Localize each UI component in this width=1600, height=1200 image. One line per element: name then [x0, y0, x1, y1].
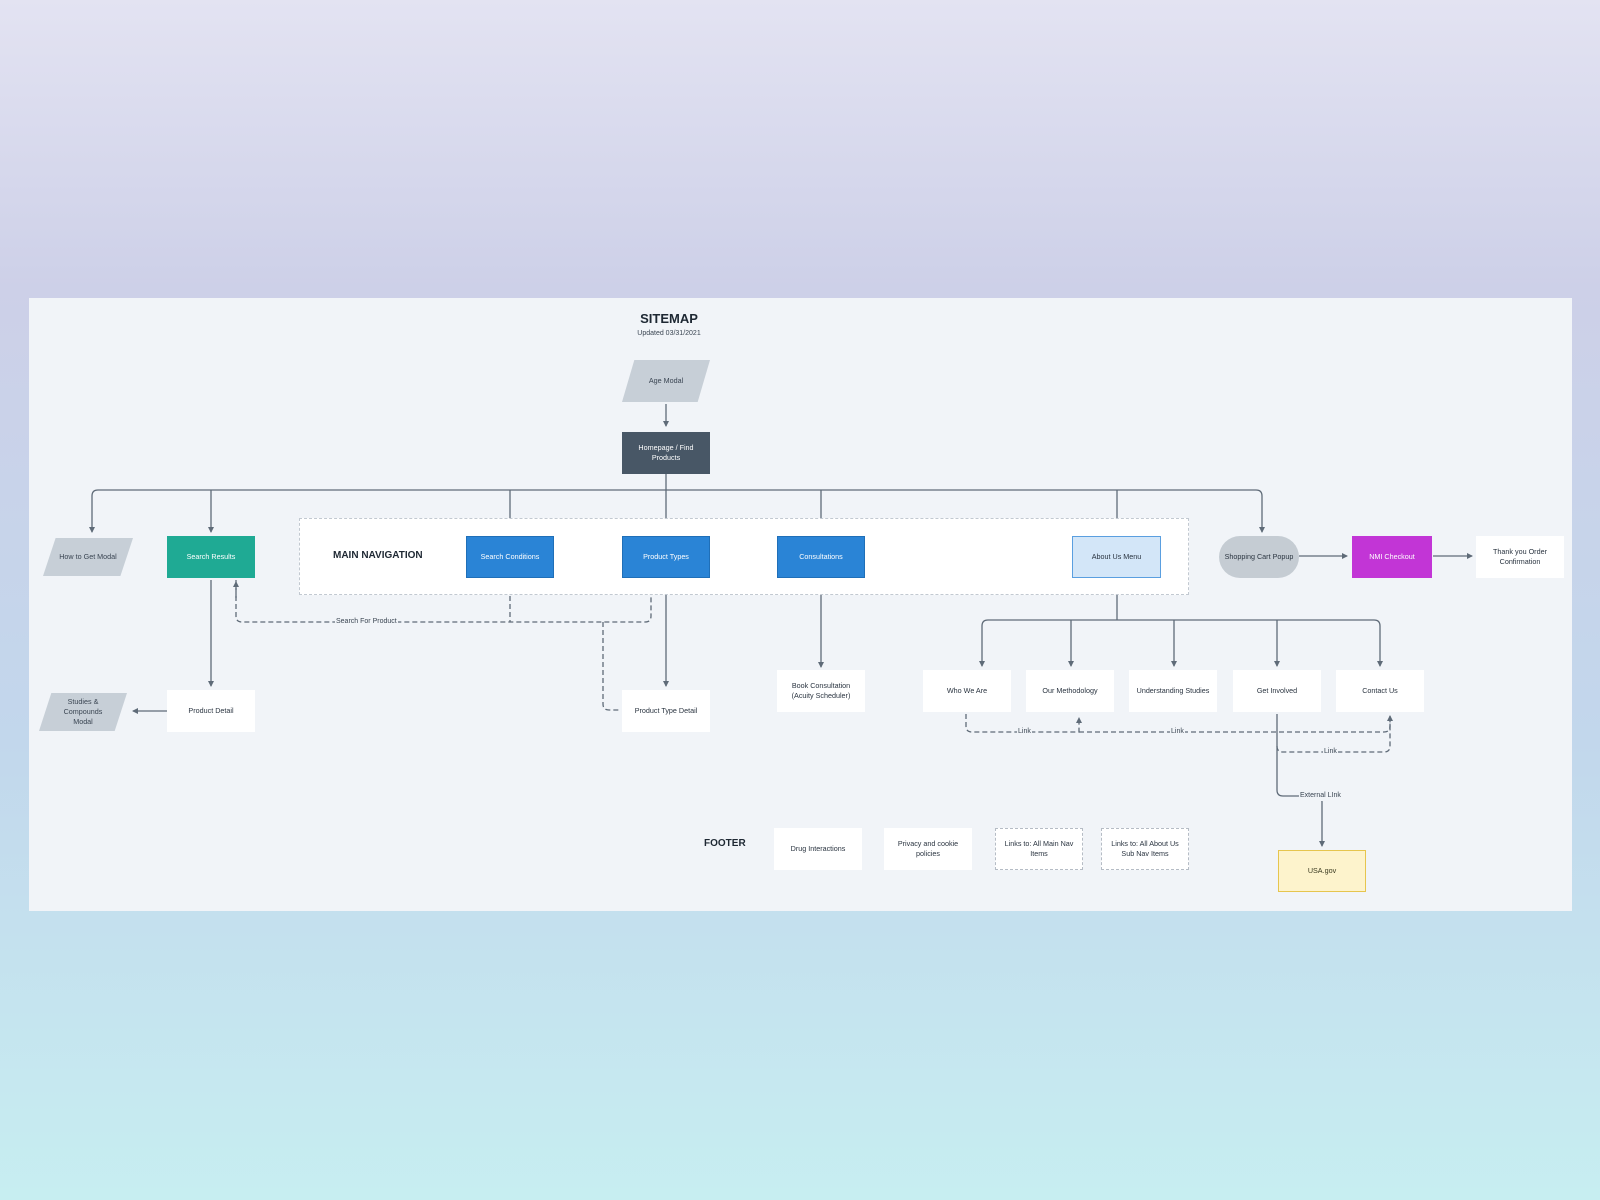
edge-who-to-contact-link	[1079, 715, 1393, 733]
edge-involved-to-usa	[1276, 714, 1325, 847]
node-search-conditions[interactable]: Search Conditions	[466, 536, 554, 578]
footer-links-about-us[interactable]: Links to: All About Us Sub Nav Items	[1101, 828, 1189, 870]
node-contact-us[interactable]: Contact Us	[1336, 670, 1424, 712]
edge-label-external-link: External LInk	[1299, 791, 1342, 801]
node-nmi-checkout[interactable]: NMI Checkout	[1352, 536, 1432, 578]
node-understanding-studies[interactable]: Understanding Studies	[1129, 670, 1217, 712]
node-shopping-cart-popup[interactable]: Shopping Cart Popup	[1219, 536, 1299, 578]
page-title: SITEMAP	[640, 311, 698, 326]
node-our-methodology[interactable]: Our Methodology	[1026, 670, 1114, 712]
edge-label-link-1: Link	[1017, 727, 1032, 737]
node-thank-you[interactable]: Thank you Order Confirmation	[1476, 536, 1564, 578]
node-product-detail[interactable]: Product Detail	[167, 690, 255, 732]
footer-drug-interactions[interactable]: Drug Interactions	[774, 828, 862, 870]
main-navigation-region	[299, 518, 1189, 595]
edge-label-link-2: Link	[1170, 727, 1185, 737]
footer-privacy[interactable]: Privacy and cookie policies	[884, 828, 972, 870]
footer-label: FOOTER	[704, 838, 746, 849]
node-how-to-get-modal[interactable]: How to Get Modal	[43, 538, 133, 576]
footer-links-main-nav[interactable]: Links to: All Main Nav Items	[995, 828, 1083, 870]
edge-label-link-3: Link	[1323, 747, 1338, 757]
node-search-results[interactable]: Search Results	[167, 536, 255, 578]
main-navigation-label: MAIN NAVIGATION	[333, 550, 423, 561]
edge-about-bus	[981, 619, 1381, 627]
sitemap-board: SITEMAP Updated 03/31/2021 MAIN NAVIGATI…	[29, 298, 1572, 911]
node-consultations[interactable]: Consultations	[777, 536, 865, 578]
node-age-modal[interactable]: Age Modal	[622, 360, 710, 402]
edge-home-bus	[91, 489, 1263, 497]
edge-label-search-for-product: Search For Product	[335, 617, 398, 627]
node-product-types[interactable]: Product Types	[622, 536, 710, 578]
connector-layer	[89, 404, 1473, 847]
node-who-we-are[interactable]: Who We Are	[923, 670, 1011, 712]
edge-to-type-detail-dashed	[602, 622, 621, 711]
page-subtitle: Updated 03/31/2021	[637, 330, 701, 337]
node-about-us-menu[interactable]: About Us Menu	[1072, 536, 1161, 578]
node-homepage[interactable]: Homepage / Find Products	[622, 432, 710, 474]
node-book-consultation[interactable]: Book Consultation (Acuity Scheduler)	[777, 670, 865, 712]
node-usa-gov[interactable]: USA.gov	[1278, 850, 1366, 892]
node-studies-modal[interactable]: Studies & Compounds Modal	[39, 693, 127, 731]
node-get-involved[interactable]: Get Involved	[1233, 670, 1321, 712]
node-product-type-detail[interactable]: Product Type Detail	[622, 690, 710, 732]
